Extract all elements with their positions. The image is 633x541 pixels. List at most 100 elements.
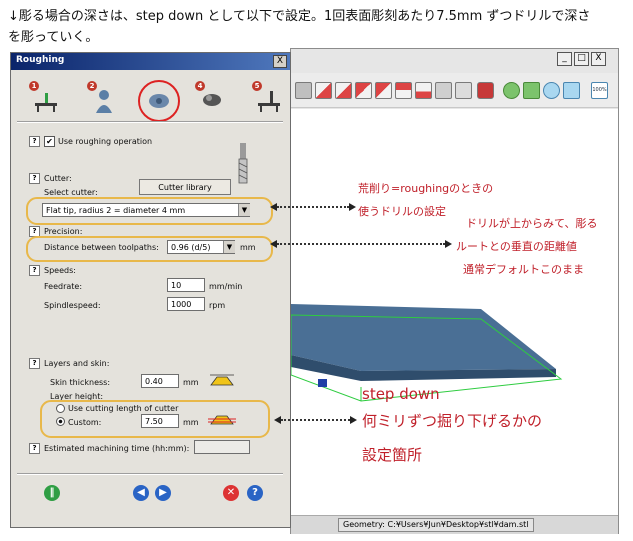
intro-text: ↓彫る場合の深さは、step down として以下で設定。1回表面彫刻あたり7.…	[8, 6, 628, 48]
stepdown-note-2: 何ミリずつ掘り下げるかの	[362, 412, 543, 430]
precision-arrow-left-icon	[270, 240, 277, 248]
app-window: _ □ X 100% Geometry: C:¥Users¥Jun¥Deskto…	[290, 48, 619, 534]
spindlespeed-label: Spindlespeed:	[44, 301, 101, 310]
precision-heading: Precision:	[44, 227, 83, 236]
spindlespeed-unit: rpm	[209, 301, 226, 310]
layer-diagram-icon	[208, 415, 236, 425]
dialog-title: Roughing	[16, 55, 65, 65]
view-cube-icon[interactable]	[295, 82, 312, 99]
stepdown-arrow-right-icon	[350, 416, 357, 424]
dialog-close-button[interactable]: X	[273, 55, 287, 68]
stepdown-arrow-left-icon	[274, 416, 281, 424]
step-4-finishing-icon[interactable]: 4	[195, 81, 225, 115]
zoom-icon[interactable]	[543, 82, 560, 99]
view-wire-icon[interactable]	[455, 82, 472, 99]
skin-thickness-input[interactable]: 0.40	[141, 374, 179, 388]
geometry-path: Geometry: C:¥Users¥Jun¥Desktop¥stl¥dam.s…	[338, 518, 534, 532]
cutter-arrow-right-icon	[349, 203, 356, 211]
distance-unit: mm	[240, 243, 256, 252]
finishing-tool-icon	[203, 94, 221, 106]
help-button[interactable]: ?	[247, 485, 263, 501]
help-use-roughing[interactable]: ?	[29, 136, 40, 147]
3d-viewport[interactable]	[290, 109, 618, 515]
skin-thickness-unit: mm	[183, 378, 199, 387]
dialog-titlebar: Roughing X	[11, 53, 290, 70]
help-icon: ?	[252, 487, 258, 498]
close-app-button[interactable]: X	[591, 52, 606, 66]
select-cutter-label: Select cutter:	[44, 188, 98, 197]
help-estimated[interactable]: ?	[29, 443, 40, 454]
minimize-button[interactable]: _	[557, 52, 572, 66]
status-bar: Geometry: C:¥Users¥Jun¥Desktop¥stl¥dam.s…	[291, 515, 618, 534]
use-cutting-length-label: Use cutting length of cutter	[68, 404, 179, 413]
output-table-icon	[258, 91, 280, 112]
cutter-select[interactable]: Flat tip, radius 2 = diameter 4 mm	[42, 203, 250, 217]
help-cutter[interactable]: ?	[29, 173, 40, 184]
render-icon[interactable]	[477, 82, 494, 99]
precision-arrow-right-icon	[445, 240, 452, 248]
estimated-time-label: Estimated machining time (hh:mm):	[44, 444, 190, 453]
precision-note-3: 通常デフォルトこのまま	[463, 263, 584, 276]
view-iso-icon[interactable]	[435, 82, 452, 99]
back-button[interactable]: ◀	[133, 485, 149, 501]
step-3-roughing-icon[interactable]	[138, 80, 180, 122]
feedrate-input[interactable]: 10	[167, 278, 205, 292]
cutter-arrow-left-icon	[270, 203, 277, 211]
view-back-icon[interactable]	[335, 82, 352, 99]
help-layers[interactable]: ?	[29, 358, 40, 369]
roughing-dialog: Roughing X 1 2 4 5 ? ✔ Use roughing oper…	[10, 52, 291, 528]
cutter-dropdown-chevron-icon[interactable]: ▼	[238, 204, 250, 216]
terrain-model-top	[291, 304, 556, 371]
cutter-note-2: 使うドリルの設定	[358, 205, 446, 218]
cutter-note-1: 荒削り=roughingのときの	[358, 182, 494, 195]
next-icon: ▶	[159, 487, 167, 498]
feedrate-unit: mm/min	[209, 282, 243, 291]
step-2-shape-icon[interactable]: 2	[87, 81, 117, 115]
view-front-icon[interactable]	[315, 82, 332, 99]
maximize-button[interactable]: □	[574, 52, 589, 66]
precision-note-1: ドリルが上からみて、彫る	[466, 217, 598, 230]
go-icon: ‖	[49, 487, 55, 498]
spindlespeed-input[interactable]: 1000	[167, 297, 205, 311]
custom-radio[interactable]	[56, 417, 65, 426]
use-cutting-length-radio[interactable]	[56, 404, 65, 413]
next-button[interactable]: ▶	[155, 485, 171, 501]
view-right-icon[interactable]	[375, 82, 392, 99]
rotate-icon[interactable]	[503, 82, 520, 99]
feedrate-label: Feedrate:	[44, 282, 83, 291]
custom-layer-height-input[interactable]: 7.50	[141, 414, 179, 428]
custom-label: Custom:	[68, 418, 102, 427]
view-top-icon[interactable]	[395, 82, 412, 99]
distance-label: Distance between toolpaths:	[44, 243, 159, 252]
help-speeds[interactable]: ?	[29, 265, 40, 276]
zoom-100-icon[interactable]: 100%	[591, 82, 608, 99]
stepdown-note-3: 設定箇所	[362, 446, 423, 464]
step-1-setup-icon[interactable]: 1	[29, 81, 59, 115]
view-bottom-icon[interactable]	[415, 82, 432, 99]
pan-icon[interactable]	[523, 82, 540, 99]
separator-bottom	[17, 473, 283, 475]
stepdown-arrow-line	[281, 419, 350, 421]
skin-diagram-icon	[210, 374, 234, 386]
precision-note-2: ルートとの垂直の距離値	[456, 240, 577, 253]
bust-shape-icon	[96, 90, 112, 113]
cancel-icon: ✕	[226, 487, 236, 498]
view-toolbar: 100%	[291, 73, 618, 108]
roughing-tool-icon	[149, 94, 169, 108]
view-left-icon[interactable]	[355, 82, 372, 99]
step-5-output-icon[interactable]: 5	[252, 81, 282, 115]
cutter-library-button[interactable]: Cutter library	[139, 179, 231, 195]
cutter-arrow-line	[277, 206, 349, 208]
stepdown-note-1: step down	[362, 385, 440, 403]
distance-dropdown-chevron-icon[interactable]: ▼	[223, 241, 235, 253]
estimated-time-field	[194, 440, 250, 454]
custom-layer-height-unit: mm	[183, 418, 199, 427]
cancel-button[interactable]: ✕	[223, 485, 239, 501]
go-button[interactable]: ‖	[44, 485, 60, 501]
precision-arrow-line	[277, 243, 445, 245]
intro-line-2: を彫っていく。	[8, 30, 99, 45]
intro-line-1: ↓彫る場合の深さは、step down として以下で設定。1回表面彫刻あたり7.…	[8, 9, 591, 24]
use-roughing-checkbox[interactable]: ✔	[44, 136, 55, 147]
distance-value: 0.96 (d/5)	[171, 243, 211, 252]
zoom-fit-icon[interactable]	[563, 82, 580, 99]
